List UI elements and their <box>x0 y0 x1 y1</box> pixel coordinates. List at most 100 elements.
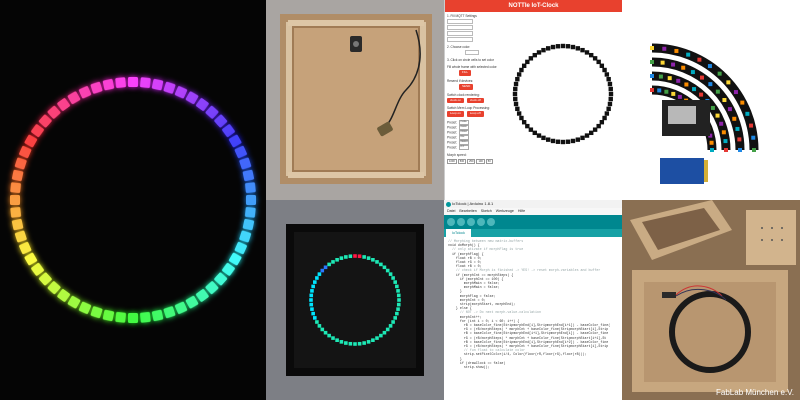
ring-cell[interactable] <box>536 133 542 138</box>
upload-icon[interactable] <box>457 218 465 226</box>
ring-cell[interactable] <box>513 101 519 107</box>
clock-led <box>393 316 397 320</box>
ring-cell[interactable] <box>589 130 594 136</box>
ring-cell[interactable] <box>575 137 581 142</box>
ring-cell[interactable] <box>550 44 556 50</box>
ring-cell[interactable] <box>555 139 561 144</box>
mqtt-pass-field[interactable] <box>447 37 473 42</box>
arc-led <box>676 78 681 83</box>
ring-cell[interactable] <box>570 138 576 144</box>
ring-cell[interactable] <box>516 111 522 116</box>
speed-button[interactable]: 50 <box>485 159 493 165</box>
ring-cell[interactable] <box>516 72 522 77</box>
section-clock-rendering: Switch clock rendering: <box>447 92 480 97</box>
led-cell <box>67 91 81 105</box>
ring-cell[interactable] <box>545 137 551 142</box>
ring-cell[interactable] <box>592 127 598 132</box>
ring-cell[interactable] <box>589 52 594 58</box>
ring-cell[interactable] <box>536 50 542 55</box>
ring-cell[interactable] <box>519 115 524 121</box>
ring-cell[interactable] <box>513 81 519 87</box>
menu-sketch[interactable]: Sketch <box>481 209 492 213</box>
verify-icon[interactable] <box>447 218 455 226</box>
send-button[interactable]: SEND <box>459 83 474 90</box>
menu-bearbeiten[interactable]: Bearbeiten <box>459 209 476 213</box>
ring-cell[interactable] <box>608 86 613 92</box>
ring-cell[interactable] <box>580 135 585 141</box>
ring-cell[interactable] <box>608 96 613 102</box>
open-icon[interactable] <box>477 218 485 226</box>
ring-cell[interactable] <box>608 91 614 97</box>
mqtt-user-field[interactable] <box>447 31 473 36</box>
ring-cell[interactable] <box>560 139 566 145</box>
ring-cell[interactable] <box>560 43 566 49</box>
loop-off-button[interactable]: Loop off <box>466 111 484 117</box>
speed-button[interactable]: 500 <box>457 159 467 165</box>
clock-on-button[interactable]: clock on <box>447 97 465 104</box>
ring-cell[interactable] <box>515 76 520 82</box>
ring-cell[interactable] <box>525 123 530 129</box>
ring-cell[interactable] <box>513 86 518 92</box>
ring-cell[interactable] <box>519 67 524 73</box>
led-cell <box>102 78 115 91</box>
speed-button[interactable]: 250 <box>467 159 476 165</box>
ring-cell[interactable] <box>521 63 527 68</box>
menu-hilfe[interactable]: Hilfe <box>518 209 525 213</box>
code-editor[interactable]: // Morphing between new matrix-buffers vo… <box>444 237 622 371</box>
ring-cell[interactable] <box>604 72 610 77</box>
ring-cell[interactable] <box>515 106 520 112</box>
ring-cell[interactable] <box>532 52 537 58</box>
ring-cell[interactable] <box>570 44 576 50</box>
arc-led <box>745 111 750 116</box>
clock-led <box>311 284 315 289</box>
led-cell <box>19 241 32 255</box>
arc-led <box>660 60 665 65</box>
tab-iotclock[interactable]: IoTclock <box>446 229 471 237</box>
preset-row[interactable]: Preset: #17f <box>447 145 507 150</box>
ring-cell[interactable] <box>602 67 607 73</box>
ring-cell[interactable] <box>584 50 590 55</box>
ring-cell[interactable] <box>606 106 611 112</box>
arc-led <box>697 57 702 62</box>
clock-led <box>357 341 362 346</box>
ring-cell[interactable] <box>513 96 518 102</box>
ring-cell[interactable] <box>528 56 534 61</box>
ring-cell[interactable] <box>584 133 590 138</box>
ring-cell[interactable] <box>596 59 601 65</box>
ring-cell[interactable] <box>575 46 581 51</box>
mqtt-host-field[interactable] <box>447 19 473 24</box>
clock-led <box>313 316 317 320</box>
ring-cell[interactable] <box>565 44 571 49</box>
ring-cell[interactable] <box>602 115 607 121</box>
ring-cell[interactable] <box>607 101 613 107</box>
loop-on-button[interactable]: Loop on <box>447 111 464 117</box>
ring-cell[interactable] <box>606 76 611 82</box>
mqtt-port-field[interactable] <box>447 25 473 30</box>
ring-cell[interactable] <box>607 81 613 87</box>
ring-cell[interactable] <box>545 46 551 51</box>
speed-button[interactable]: 1000 <box>447 159 457 165</box>
ring-cell[interactable] <box>550 138 556 144</box>
preset-swatch[interactable]: #17f <box>459 145 470 150</box>
ring-cell[interactable] <box>599 63 605 68</box>
color-picker-field[interactable] <box>465 50 479 55</box>
ring-cell[interactable] <box>541 47 546 53</box>
ring-cell[interactable] <box>604 111 610 116</box>
new-icon[interactable] <box>467 218 475 226</box>
led-cell <box>222 262 235 276</box>
speed-button[interactable]: 100 <box>476 159 485 165</box>
menu-datei[interactable]: Datei <box>447 209 455 213</box>
menu-werkzeuge[interactable]: Werkzeuge <box>496 209 514 213</box>
save-icon[interactable] <box>487 218 495 226</box>
ring-cell[interactable] <box>565 139 571 144</box>
fill-button[interactable]: FILL <box>459 70 472 76</box>
clickable-cell-ring[interactable] <box>503 16 622 196</box>
ring-cell[interactable] <box>512 91 518 97</box>
ring-cell[interactable] <box>555 44 561 49</box>
ring-cell[interactable] <box>541 135 546 141</box>
ring-cell[interactable] <box>599 120 605 125</box>
clock-off-button[interactable]: clock off <box>466 97 484 104</box>
ring-cell[interactable] <box>580 47 585 53</box>
ring-cell[interactable] <box>532 130 537 136</box>
ring-cell[interactable] <box>521 120 527 125</box>
